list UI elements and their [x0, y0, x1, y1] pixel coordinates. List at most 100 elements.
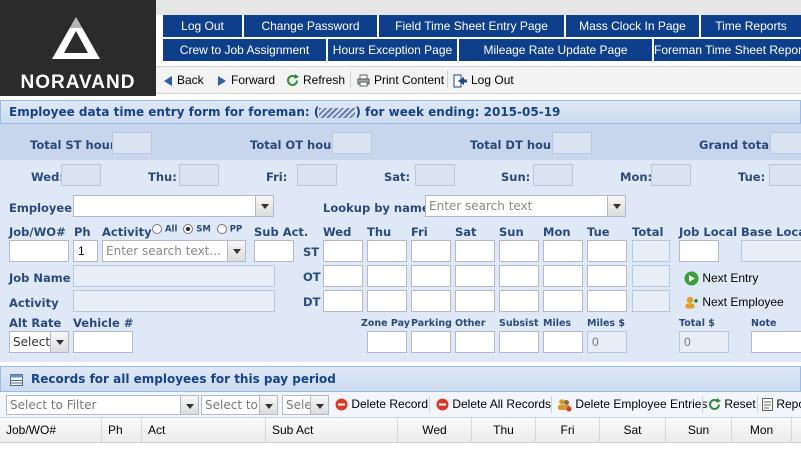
- grid-col-act[interactable]: Act: [142, 418, 266, 442]
- grid-col-fri[interactable]: Fri: [536, 418, 600, 442]
- delete-all-records-button[interactable]: Delete All Records: [436, 397, 551, 411]
- parking-label: Parking: [411, 318, 452, 329]
- delete-record-button[interactable]: Delete Record: [335, 397, 428, 411]
- job-wo-input[interactable]: [9, 240, 69, 262]
- activity-all-radio[interactable]: [152, 224, 162, 234]
- miles-label: Miles: [543, 318, 572, 329]
- ot-wed-hours-input[interactable]: [323, 265, 363, 287]
- sub-act-input[interactable]: [254, 240, 294, 262]
- st-fri-hours-input[interactable]: [411, 240, 451, 262]
- ot-thu-hours-input[interactable]: [367, 265, 407, 287]
- nav-crew-assignment-button[interactable]: Crew to Job Assignment: [162, 39, 326, 61]
- table-icon: [10, 374, 23, 386]
- lookup-by-name-input[interactable]: Enter search text: [425, 195, 626, 217]
- filter-select-3[interactable]: Sele: [282, 395, 329, 415]
- dt-tue-hours-input[interactable]: [587, 290, 627, 312]
- nav-time-reports-button[interactable]: Time Reports: [700, 15, 801, 37]
- activity-pp-radio[interactable]: [216, 224, 227, 234]
- col-total-label: Total: [632, 225, 664, 239]
- thu-total-field: [179, 164, 219, 186]
- st-thu-hours-input[interactable]: [367, 240, 407, 262]
- logout-label: Log Out: [471, 73, 514, 87]
- chevron-down-icon[interactable]: [50, 332, 68, 352]
- chevron-down-icon[interactable]: [227, 241, 245, 261]
- nav-hours-exception-button[interactable]: Hours Exception Page: [327, 39, 457, 61]
- nav-logout-button[interactable]: Log Out: [162, 15, 242, 37]
- filter-3-placeholder: Sele: [286, 398, 312, 412]
- st-tue-hours-input[interactable]: [587, 240, 627, 262]
- grid-col-ph[interactable]: Ph: [102, 418, 142, 442]
- ot-sun-hours-input[interactable]: [499, 265, 539, 287]
- next-entry-button[interactable]: Next Entry: [684, 271, 758, 286]
- reset-button[interactable]: Reset: [708, 397, 756, 411]
- chevron-down-icon[interactable]: [310, 396, 328, 414]
- delete-employee-entries-button[interactable]: Delete Employee Entries: [557, 397, 707, 412]
- grid-col-wed[interactable]: Wed: [398, 418, 472, 442]
- activity-sm-radio[interactable]: [183, 224, 194, 234]
- nav-field-time-sheet-button[interactable]: Field Time Sheet Entry Page: [378, 15, 564, 37]
- print-label: Print Content: [374, 73, 445, 87]
- total-dollar-value: 0: [684, 335, 691, 349]
- nav-mass-clock-in-button[interactable]: Mass Clock In Page: [565, 15, 699, 37]
- report-icon: [762, 398, 773, 412]
- employee-select[interactable]: [73, 195, 274, 217]
- ph-input[interactable]: 1: [73, 240, 98, 262]
- daily-totals-band: Wed: Thu: Fri: Sat: Sun: Mon: Tue:: [0, 160, 801, 192]
- grid-col-thu[interactable]: Thu: [472, 418, 536, 442]
- vehicle-input[interactable]: [73, 331, 133, 353]
- dt-wed-hours-input[interactable]: [323, 290, 363, 312]
- nav-mileage-rate-button[interactable]: Mileage Rate Update Page: [458, 39, 652, 61]
- filter-select-1[interactable]: Select to Filter: [6, 395, 199, 415]
- ot-mon-hours-input[interactable]: [543, 265, 583, 287]
- other-input[interactable]: [455, 331, 495, 353]
- filter-select-2[interactable]: Select to F: [201, 395, 278, 415]
- chevron-down-icon[interactable]: [255, 196, 273, 216]
- subsist-input[interactable]: [499, 331, 539, 353]
- nav-change-password-button[interactable]: Change Password: [243, 15, 377, 37]
- grid-col-sun[interactable]: Sun: [666, 418, 732, 442]
- next-employee-button[interactable]: Next Employee: [684, 295, 784, 310]
- grid-col-job-wo[interactable]: Job/WO#: [0, 418, 102, 442]
- grid-col-sat[interactable]: Sat: [600, 418, 666, 442]
- zone-pay-input[interactable]: [367, 331, 407, 353]
- nav-foreman-report-button[interactable]: Foreman Time Sheet Report: [653, 39, 801, 61]
- sub-act-label: Sub Act.: [254, 225, 309, 239]
- chevron-down-icon[interactable]: [259, 396, 277, 414]
- report-button[interactable]: Repo: [762, 397, 801, 412]
- dt-thu-hours-input[interactable]: [367, 290, 407, 312]
- print-icon: [357, 74, 370, 87]
- refresh-button[interactable]: Refresh: [286, 71, 345, 89]
- total-dt-label: Total DT hour:: [470, 138, 562, 152]
- report-label: Repo: [776, 397, 801, 411]
- dt-fri-hours-input[interactable]: [411, 290, 451, 312]
- miles-input[interactable]: [543, 331, 583, 353]
- parking-input[interactable]: [411, 331, 451, 353]
- back-button[interactable]: Back: [164, 71, 204, 89]
- sun-total-label: Sun:: [501, 170, 531, 184]
- st-sat-hours-input[interactable]: [455, 240, 495, 262]
- grid-col-sub-act[interactable]: Sub Act: [266, 418, 398, 442]
- note-input[interactable]: [751, 331, 801, 353]
- print-content-button[interactable]: Print Content: [357, 71, 444, 89]
- refresh-icon: [287, 74, 299, 87]
- chevron-down-icon[interactable]: [180, 396, 198, 414]
- ot-fri-hours-input[interactable]: [411, 265, 451, 287]
- alt-rate-label: Alt Rate: [9, 316, 62, 330]
- ot-tue-hours-input[interactable]: [587, 265, 627, 287]
- forward-button[interactable]: Forward: [218, 71, 275, 89]
- toolbar-logout-button[interactable]: Log Out: [453, 71, 514, 89]
- st-wed-hours-input[interactable]: [323, 240, 363, 262]
- grid-col-mon[interactable]: Mon: [732, 418, 792, 442]
- job-local-input[interactable]: [679, 240, 719, 262]
- total-dollar-label: Total $: [679, 318, 715, 329]
- activity-select[interactable]: Enter search text...: [102, 240, 246, 262]
- dt-sun-hours-input[interactable]: [499, 290, 539, 312]
- st-mon-hours-input[interactable]: [543, 240, 583, 262]
- chevron-down-icon[interactable]: [607, 196, 625, 216]
- fri-total-label: Fri:: [266, 170, 288, 184]
- dt-mon-hours-input[interactable]: [543, 290, 583, 312]
- ot-sat-hours-input[interactable]: [455, 265, 495, 287]
- dt-sat-hours-input[interactable]: [455, 290, 495, 312]
- alt-rate-select[interactable]: Select: [9, 331, 69, 353]
- st-sun-hours-input[interactable]: [499, 240, 539, 262]
